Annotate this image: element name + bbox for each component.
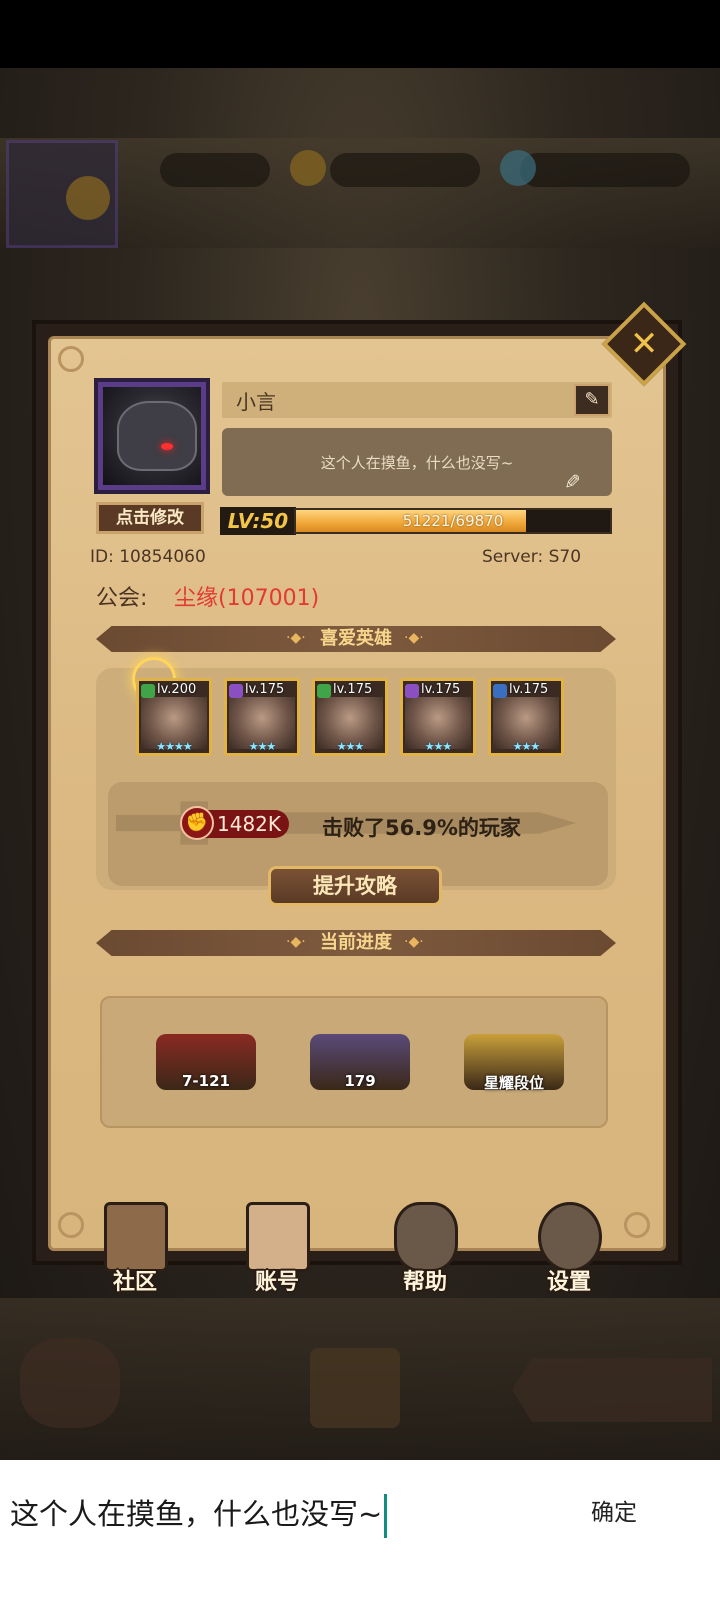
hero-stars: ★★★ xyxy=(248,740,277,753)
hud-bottom-button xyxy=(512,1358,712,1422)
avatar-image xyxy=(103,387,201,485)
hero-class-icon xyxy=(317,684,331,698)
red-eye-icon xyxy=(161,443,173,450)
edit-avatar-button[interactable]: 点击修改 xyxy=(96,502,204,534)
player-name: 小言 xyxy=(236,390,276,414)
nav-label: 帮助 xyxy=(402,1270,447,1295)
tower-floor-badge[interactable]: 179 xyxy=(296,1018,424,1104)
hero-card[interactable]: lv.175 ★★★ xyxy=(312,678,388,756)
hud-resource xyxy=(330,153,480,187)
campaign-stage-badge[interactable]: 7-121 xyxy=(142,1018,270,1104)
hud-resource xyxy=(520,153,690,187)
account-card-icon xyxy=(246,1202,310,1272)
nav-label: 社区 xyxy=(112,1270,157,1295)
gem-icon xyxy=(500,150,536,186)
hero-class-icon xyxy=(229,684,243,698)
chat-bubble-icon xyxy=(394,1202,458,1272)
hero-class-icon xyxy=(405,684,419,698)
hero-card[interactable]: lv.175 ★★★ xyxy=(488,678,564,756)
corner-ornament xyxy=(58,346,84,372)
current-progress-title: 当前进度 xyxy=(320,932,392,953)
avatar[interactable] xyxy=(94,378,210,494)
name-box xyxy=(222,382,612,418)
corner-ornament xyxy=(624,1212,650,1238)
hero-class-icon xyxy=(493,684,507,698)
status-bar xyxy=(0,0,720,68)
favorite-heroes-title: 喜爱英雄 xyxy=(320,628,392,649)
progress-label: 星耀段位 xyxy=(483,1074,544,1092)
guild-name[interactable]: 尘缘(107001) xyxy=(174,580,319,612)
pencil-icon: ✎ xyxy=(564,470,581,494)
hud-badge-icon xyxy=(66,176,110,220)
hero-level: lv.175 xyxy=(245,682,285,697)
hud-resource xyxy=(160,153,270,187)
improve-strategy-button[interactable]: 提升攻略 xyxy=(268,866,442,906)
edit-name-button[interactable]: ✎ xyxy=(574,384,610,416)
signature-input-value: 这个人在摸鱼，什么也没写~ xyxy=(10,1497,383,1531)
knight-helm-icon xyxy=(117,401,197,471)
hud-orb-icon xyxy=(20,1338,120,1428)
confirm-button[interactable]: 确定 xyxy=(572,1490,656,1536)
nav-item[interactable]: 社区 xyxy=(88,1198,182,1298)
nav-item[interactable]: 帮助 xyxy=(378,1198,472,1298)
fist-icon: ✊ xyxy=(180,806,214,840)
signature-input[interactable]: 这个人在摸鱼，什么也没写~ xyxy=(10,1488,570,1540)
progress-label: 7-121 xyxy=(182,1072,230,1090)
signature-text: 这个人在摸鱼，什么也没写~ xyxy=(320,454,514,472)
hero-level: lv.200 xyxy=(157,682,197,697)
screen: ✕ 点击修改 小言 ✎ 这个人在摸鱼，什么也没写~ ✎ LV:50 51221/… xyxy=(0,0,720,1600)
coin-icon xyxy=(290,150,326,186)
gear-icon xyxy=(538,1202,602,1272)
hero-card[interactable]: lv.175 ★★★ xyxy=(400,678,476,756)
nav-item[interactable]: 账号 xyxy=(230,1198,324,1298)
close-icon: ✕ xyxy=(629,324,659,364)
nav-item[interactable]: 设置 xyxy=(522,1198,616,1298)
hero-level: lv.175 xyxy=(421,682,461,697)
hero-card[interactable]: lv.175 ★★★ xyxy=(224,678,300,756)
arena-rank-badge[interactable]: 星耀段位 xyxy=(450,1018,578,1104)
hero-stars: ★★★★ xyxy=(156,740,192,753)
corner-ornament xyxy=(58,1212,84,1238)
chest-icon xyxy=(310,1348,400,1428)
level-badge: LV:50 xyxy=(220,507,296,535)
hero-level: lv.175 xyxy=(333,682,373,697)
hero-class-icon xyxy=(141,684,155,698)
text-caret xyxy=(384,1494,388,1538)
nav-label: 设置 xyxy=(546,1270,591,1295)
xp-text: 51221/69870 xyxy=(402,512,504,530)
hero-stars: ★★★ xyxy=(336,740,365,753)
pencil-icon: ✎ xyxy=(584,389,600,410)
player-id: ID: 10854060 xyxy=(90,547,206,567)
hero-stars: ★★★ xyxy=(424,740,453,753)
hero-card[interactable]: lv.200 ★★★★ xyxy=(136,678,212,756)
server-label: Server: S70 xyxy=(482,547,582,567)
guild-label: 公会: xyxy=(96,586,148,611)
hero-stars: ★★★ xyxy=(512,740,541,753)
progress-label: 179 xyxy=(344,1072,376,1090)
hero-level: lv.175 xyxy=(509,682,549,697)
defeat-percentage-text: 击败了56.9%的玩家 xyxy=(322,816,521,840)
castle-icon xyxy=(104,1202,168,1272)
nav-label: 账号 xyxy=(254,1270,299,1295)
power-value: 1482K xyxy=(205,810,289,838)
